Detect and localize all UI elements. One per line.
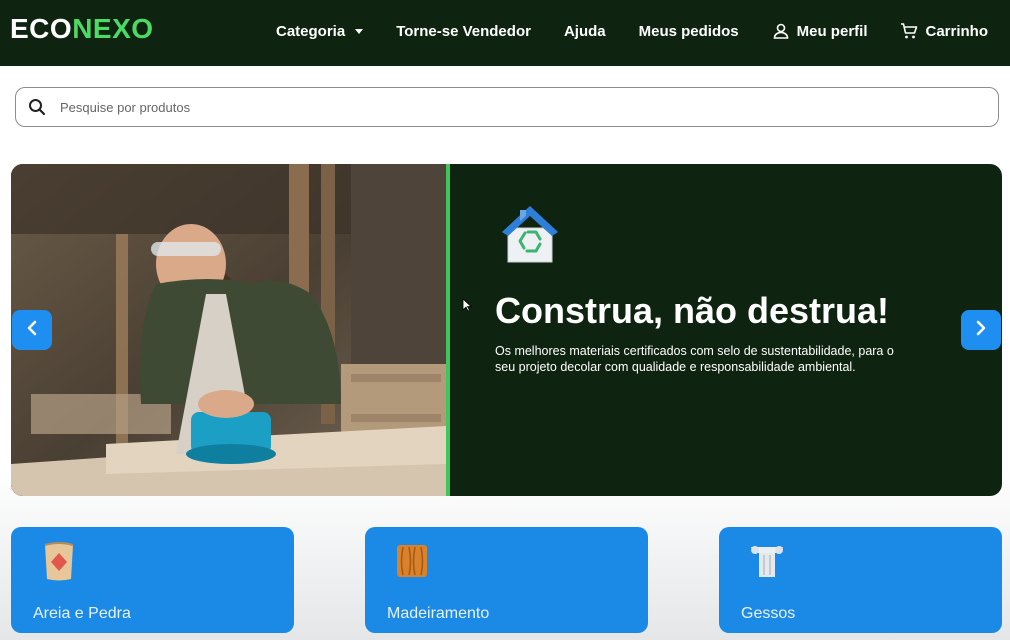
nav-carrinho-label: Carrinho <box>925 22 988 40</box>
wood-icon <box>395 541 431 581</box>
search-bar[interactable] <box>15 87 999 127</box>
chevron-right-icon <box>974 320 988 341</box>
recycle-house-icon <box>498 202 562 266</box>
category-label: Madeiramento <box>387 605 490 622</box>
nav-categoria[interactable]: Categoria <box>276 22 364 40</box>
plaster-column-icon <box>749 541 785 581</box>
category-label: Areia e Pedra <box>33 605 131 622</box>
carousel-prev-button[interactable] <box>12 310 52 350</box>
nav-meus-pedidos[interactable]: Meus pedidos <box>639 23 739 40</box>
carousel-next-button[interactable] <box>961 310 1001 350</box>
logo-eco: ECO <box>10 13 73 44</box>
mouse-cursor-icon <box>462 298 473 312</box>
nav-ajuda-label: Ajuda <box>563 22 606 40</box>
nav-ajuda[interactable]: Ajuda <box>564 23 606 40</box>
search-icon <box>28 98 46 116</box>
category-card-gessos[interactable]: Gessos <box>719 527 1002 633</box>
category-card-areia-e-pedra[interactable]: Areia e Pedra <box>11 527 294 633</box>
nav-vendedor-label: Torne-se Vendedor <box>396 22 531 40</box>
top-navbar: ECONEXO Categoria Torne-se Vendedor Ajud… <box>0 0 1010 66</box>
category-label: Gessos <box>741 605 796 622</box>
caret-down-icon <box>355 28 364 34</box>
category-card-madeiramento[interactable]: Madeiramento <box>365 527 648 633</box>
logo[interactable]: ECONEXO <box>10 13 154 45</box>
nav-meu-perfil[interactable]: Meu perfil <box>772 22 868 40</box>
cart-icon <box>900 22 918 40</box>
hero-banner: Construa, não destrua! Os melhores mater… <box>11 164 1002 496</box>
nav-torne-se-vendedor[interactable]: Torne-se Vendedor <box>396 23 531 40</box>
search-input[interactable] <box>60 97 960 117</box>
banner-subtitle: Os melhores materiais certificados com s… <box>495 344 894 374</box>
sand-bag-icon <box>41 541 77 581</box>
nav-perfil-label: Meu perfil <box>796 22 868 40</box>
logo-nexo: NEXO <box>72 13 154 44</box>
nav-pedidos-label: Meus pedidos <box>638 22 739 40</box>
banner-headline: Construa, não destrua! <box>495 290 890 331</box>
carpenter-photo-illustration <box>11 164 446 496</box>
banner-photo <box>11 164 446 496</box>
main-nav: Categoria Torne-se Vendedor Ajuda Meus p… <box>276 0 988 62</box>
nav-categoria-label: Categoria <box>276 22 346 40</box>
nav-carrinho[interactable]: Carrinho <box>900 22 988 40</box>
chevron-left-icon <box>25 320 39 341</box>
banner-divider <box>446 164 450 496</box>
user-icon <box>772 22 790 40</box>
